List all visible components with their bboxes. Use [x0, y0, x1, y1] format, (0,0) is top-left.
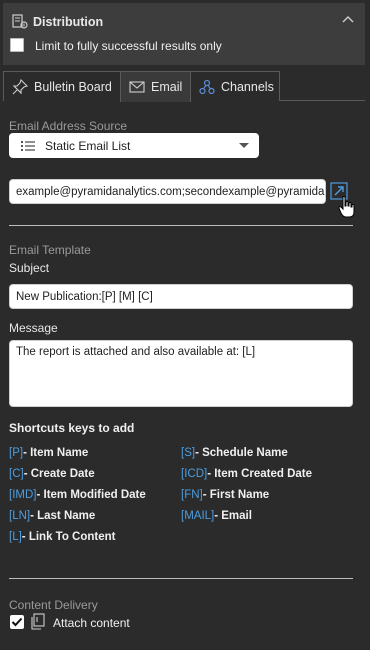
message-value: The report is attached and also availabl…	[16, 346, 256, 358]
list-icon	[21, 140, 35, 151]
tab-label: Email	[151, 80, 183, 94]
shortcut-item: [P]- Item Name	[9, 447, 89, 459]
chevron-down-icon	[239, 143, 249, 148]
shortcut-item: [IMD]- Item Modified Date	[9, 489, 146, 501]
shortcut-item: [S]- Schedule Name	[181, 447, 288, 459]
distribution-icon	[12, 14, 28, 29]
panel-title: Distribution	[33, 15, 104, 29]
limit-success-checkbox[interactable]	[10, 38, 24, 52]
chevron-up-icon[interactable]	[341, 13, 355, 27]
shortcut-item: [MAIL]- Email	[181, 510, 252, 522]
attachment-icon	[31, 613, 45, 630]
checkmark-icon	[11, 617, 23, 627]
envelope-icon	[129, 81, 145, 93]
tab-channels[interactable]: Channels	[190, 71, 280, 101]
shortcut-item: [ICD]- Item Created Date	[181, 468, 313, 480]
shortcut-item: [FN]- First Name	[181, 489, 270, 501]
tab-bulletin-board[interactable]: Bulletin Board	[3, 71, 121, 101]
attach-content-checkbox[interactable]	[10, 615, 24, 629]
subject-label: Subject	[9, 261, 50, 275]
email-address-value: example@pyramidanalytics.com;secondexamp…	[16, 185, 325, 198]
email-source-heading: Email Address Source	[9, 119, 128, 133]
message-textarea[interactable]: The report is attached and also availabl…	[9, 340, 353, 407]
shortcuts-heading: Shortcuts keys to add	[9, 421, 135, 435]
tab-bar: Bulletin Board Email Channels	[3, 71, 365, 102]
subject-input[interactable]: New Publication:[P] [M] [C]	[9, 284, 353, 309]
distribution-panel-header: Distribution Limit to fully successful r…	[3, 3, 365, 65]
shortcut-item: [L]- Link To Content	[9, 531, 116, 543]
channels-icon	[199, 79, 215, 94]
tab-email[interactable]: Email	[120, 71, 191, 102]
tab-label: Channels	[221, 79, 274, 94]
message-label: Message	[9, 321, 58, 335]
hand-cursor-icon	[338, 196, 355, 218]
divider	[9, 225, 353, 226]
email-source-select[interactable]: Static Email List	[9, 133, 259, 158]
content-delivery-heading: Content Delivery	[9, 598, 98, 612]
tab-label: Bulletin Board	[34, 79, 112, 94]
email-address-input[interactable]: example@pyramidanalytics.com;secondexamp…	[9, 179, 326, 204]
email-source-value: Static Email List	[45, 138, 131, 153]
email-template-heading: Email Template	[9, 243, 91, 257]
limit-success-label: Limit to fully successful results only	[35, 39, 222, 53]
subject-value: New Publication:[P] [M] [C]	[16, 290, 153, 303]
attach-content-label: Attach content	[53, 616, 130, 630]
shortcut-item: [LN]- Last Name	[9, 510, 96, 522]
pin-icon	[12, 78, 28, 94]
divider	[9, 578, 353, 579]
shortcut-item: [C]- Create Date	[9, 468, 95, 480]
